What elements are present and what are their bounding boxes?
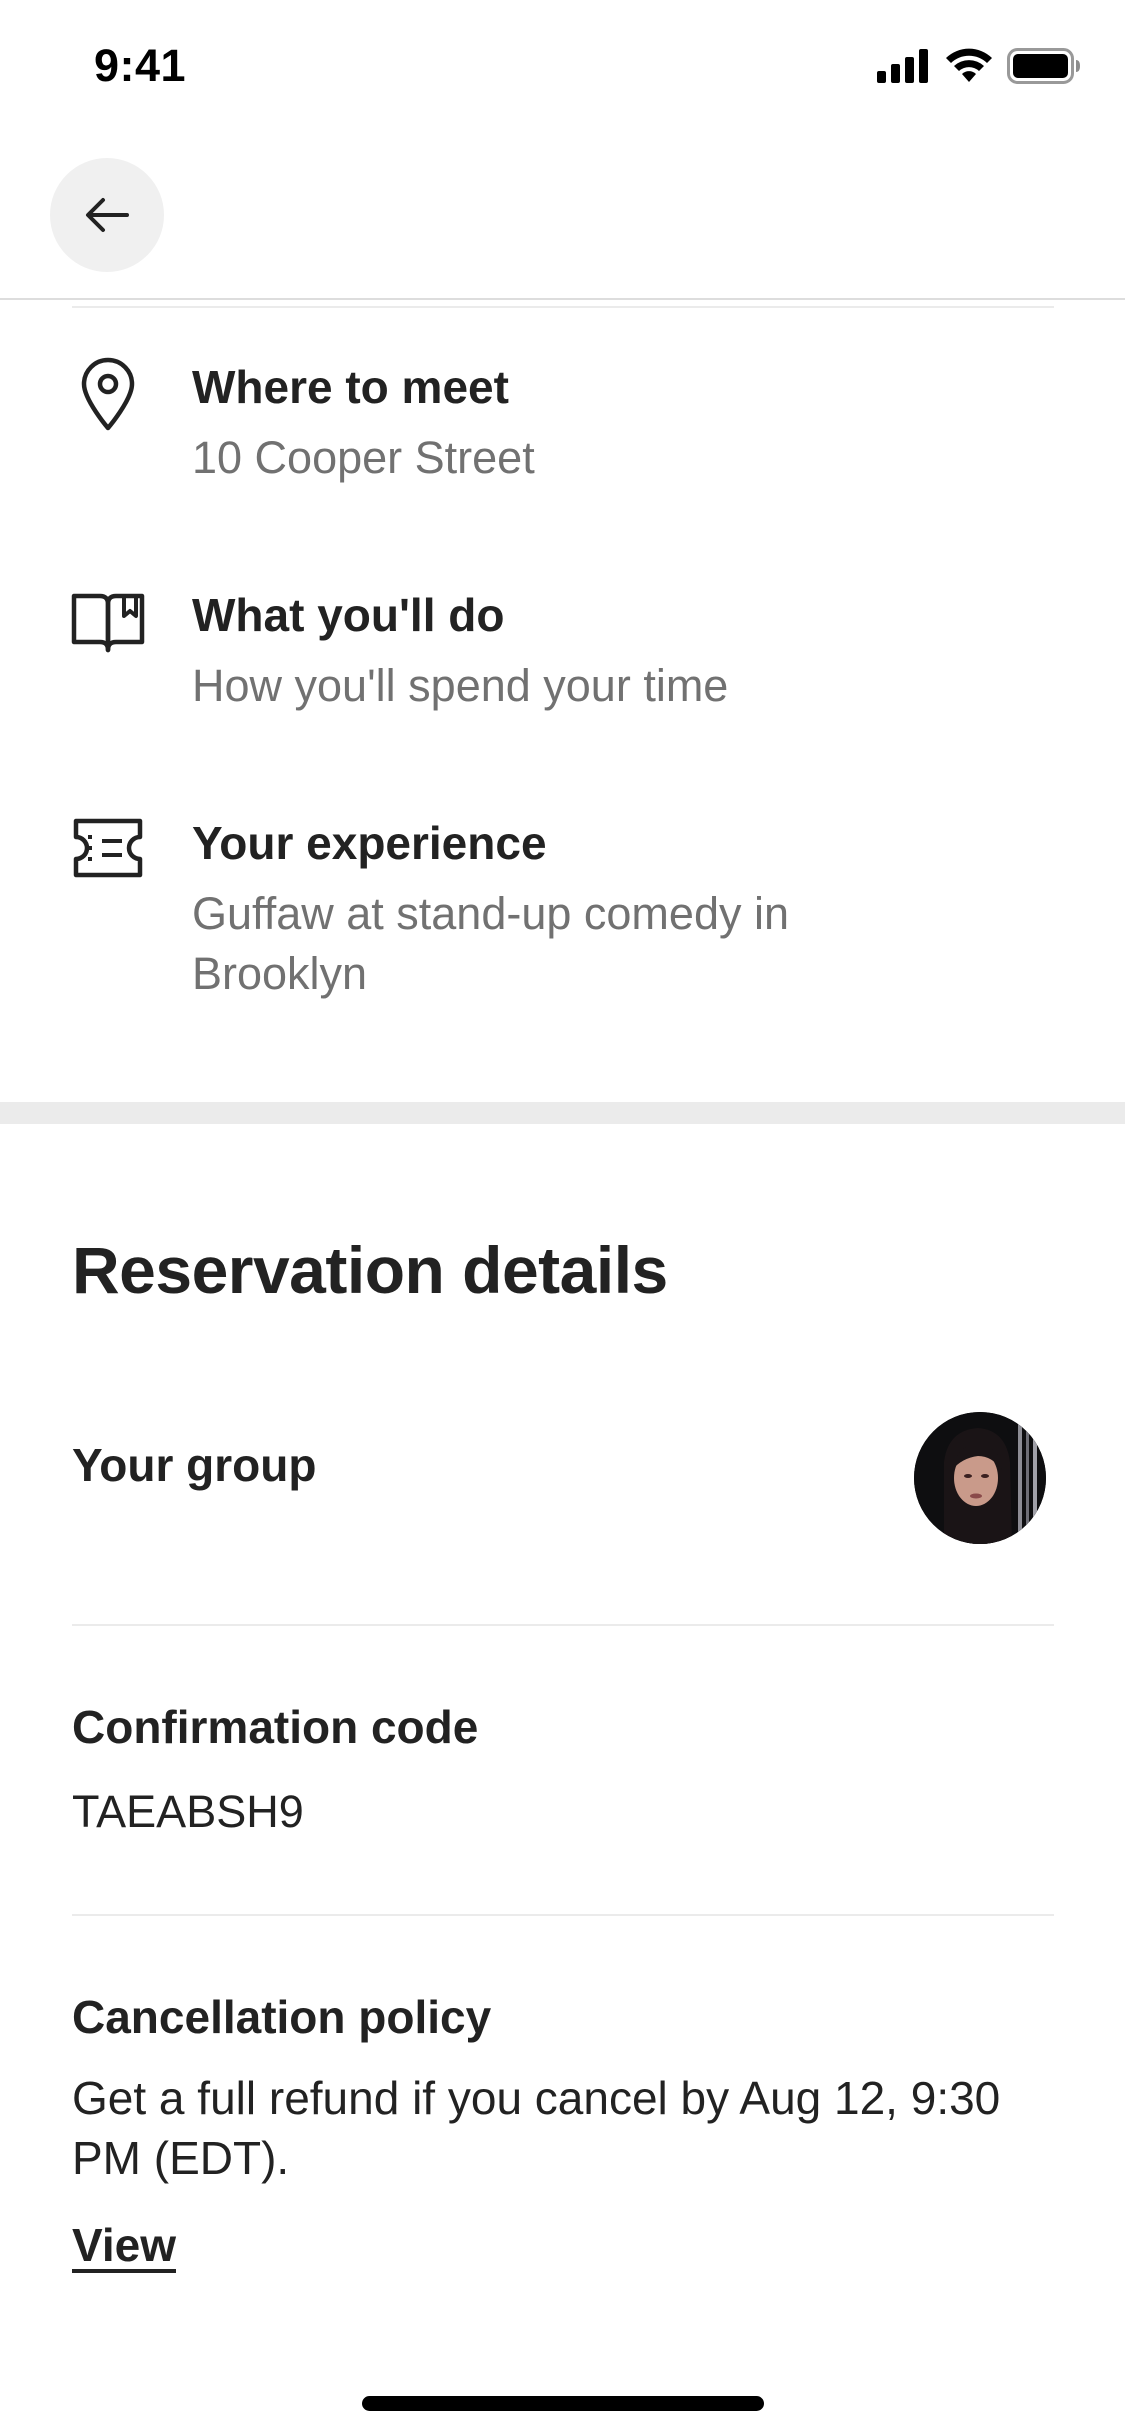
back-button[interactable] <box>50 158 164 272</box>
status-time: 9:41 <box>94 40 187 91</box>
row-title: Your experience <box>192 817 547 869</box>
row-title: Where to meet <box>192 361 509 413</box>
home-indicator <box>362 2396 764 2411</box>
book-icon <box>70 584 146 660</box>
arrow-left-icon <box>86 198 129 232</box>
cancellation-policy-label: Cancellation policy <box>72 1991 492 2043</box>
status-icons <box>877 48 1081 84</box>
signal-icon <box>877 49 928 83</box>
map-pin-icon <box>70 356 146 432</box>
top-nav-header <box>0 132 1125 300</box>
wifi-icon <box>946 48 992 82</box>
view-link[interactable]: View <box>72 2218 176 2272</box>
divider <box>72 1624 1054 1626</box>
ticket-icon <box>70 810 146 886</box>
row-subtitle: 10 Cooper Street <box>192 432 535 483</box>
section-title-reservation-details: Reservation details <box>72 1233 668 1307</box>
detail-row-your-experience[interactable]: Your experience Guffaw at stand-up comed… <box>0 806 1125 1006</box>
detail-row-what-youll-do[interactable]: What you'll do How you'll spend your tim… <box>0 578 1125 728</box>
row-subtitle: How you'll spend your time <box>192 660 729 711</box>
confirmation-code-value: TAEABSH9 <box>72 1786 304 1837</box>
row-title: What you'll do <box>192 589 505 641</box>
divider <box>72 306 1054 308</box>
confirmation-code-label: Confirmation code <box>72 1701 479 1753</box>
detail-row-where-to-meet[interactable]: Where to meet 10 Cooper Street <box>0 350 1125 500</box>
divider <box>72 1914 1054 1916</box>
avatar[interactable] <box>914 1412 1046 1544</box>
cancellation-policy-text: Get a full refund if you cancel by Aug 1… <box>72 2072 1001 2184</box>
battery-icon <box>1007 48 1080 84</box>
row-subtitle: Guffaw at stand-up comedy in Brooklyn <box>192 888 789 999</box>
section-separator <box>0 1102 1125 1124</box>
status-bar: 9:41 <box>0 0 1125 132</box>
your-group-label: Your group <box>72 1439 317 1491</box>
